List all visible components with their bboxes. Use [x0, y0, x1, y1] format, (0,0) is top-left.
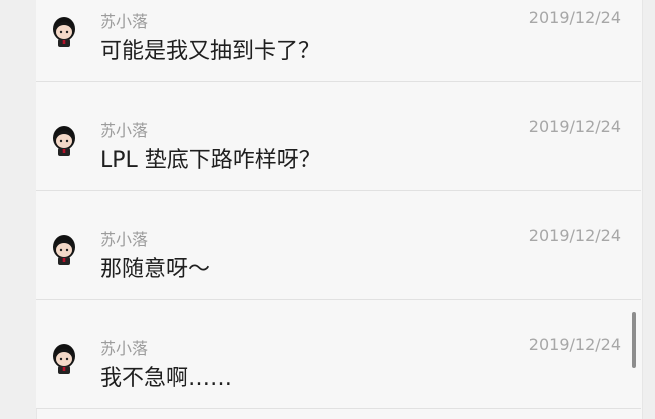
scrollbar-thumb[interactable] — [632, 312, 636, 368]
message-item[interactable]: 苏小落 2019/12/24 那随意呀～ — [36, 191, 641, 300]
message-item[interactable]: 苏小落 2019/12/24 LPL 垫底下路咋样呀？ — [36, 82, 641, 191]
message-text: 那随意呀～ — [100, 257, 211, 282]
sender-name: 苏小落 — [100, 230, 149, 249]
message-date: 2019/12/24 — [528, 226, 621, 245]
message-date: 2019/12/24 — [528, 335, 621, 354]
chibi-boy-avatar-icon — [53, 126, 75, 156]
sender-name: 苏小落 — [100, 339, 149, 358]
sender-name: 苏小落 — [100, 12, 149, 31]
message-item[interactable]: 苏小落 2019/12/24 我不急啊…… — [36, 300, 641, 409]
message-text: 可能是我又抽到卡了？ — [100, 39, 321, 64]
message-text: LPL 垫底下路咋样呀？ — [100, 148, 321, 173]
message-text: 我不急啊…… — [100, 366, 233, 391]
message-date: 2019/12/24 — [528, 8, 621, 27]
chibi-boy-avatar-icon — [53, 344, 75, 374]
message-list: 苏小落 2019/12/24 可能是我又抽到卡了？ 苏小落 2019/12/24… — [36, 0, 641, 409]
chibi-boy-avatar-icon — [53, 235, 75, 265]
chibi-boy-avatar-icon — [53, 17, 75, 47]
sender-name: 苏小落 — [100, 121, 149, 140]
message-item[interactable]: 苏小落 2019/12/24 可能是我又抽到卡了？ — [36, 0, 641, 82]
message-date: 2019/12/24 — [528, 117, 621, 136]
